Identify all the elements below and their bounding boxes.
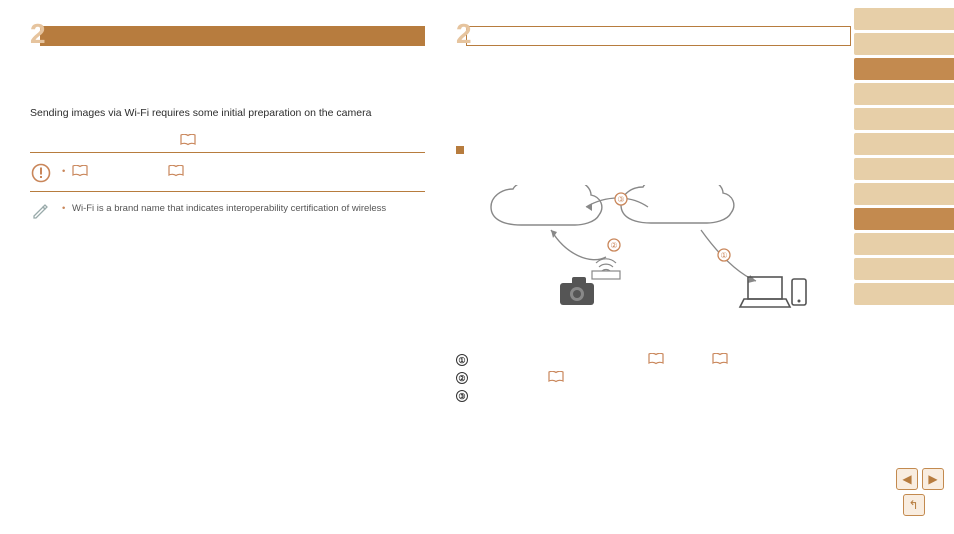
- side-nav: [854, 8, 954, 305]
- nav-tab-4[interactable]: [854, 83, 954, 105]
- left-column: 2 Sending images via Wi-Fi requires some…: [30, 24, 425, 220]
- note-line: Wi-Fi is a brand name that indicates int…: [62, 202, 425, 216]
- camera-icon: [560, 277, 594, 305]
- divider: [30, 191, 425, 192]
- list-row-2: ②: [456, 369, 851, 387]
- section-title-bar: [40, 26, 425, 46]
- book-icon: [168, 165, 184, 179]
- prev-icon: ◀: [902, 472, 911, 486]
- section-header-left: 2: [30, 24, 425, 48]
- pager-controls: ◀ ▶ ↰: [896, 468, 944, 516]
- return-button[interactable]: ↰: [903, 494, 925, 516]
- section-number: 2: [30, 18, 46, 50]
- laptop-icon: [740, 277, 790, 307]
- diagram-badge-3: ③: [617, 195, 624, 204]
- nav-tab-2[interactable]: [854, 33, 954, 55]
- book-icon: [712, 353, 728, 367]
- phone-icon: [792, 279, 806, 305]
- book-icon: [180, 134, 196, 148]
- right-column: 2 ③ ②: [456, 24, 851, 405]
- small-square-icon: [456, 146, 464, 154]
- pencil-icon: [30, 202, 52, 220]
- return-icon: ↰: [908, 498, 918, 512]
- book-icon: [648, 353, 664, 367]
- intro-paragraph: Sending images via Wi-Fi requires some i…: [30, 106, 425, 122]
- prev-page-button[interactable]: ◀: [896, 468, 918, 490]
- note-callout: Wi-Fi is a brand name that indicates int…: [30, 202, 425, 220]
- nav-tab-10[interactable]: [854, 233, 954, 255]
- warning-callout: [30, 163, 425, 183]
- diagram-badge-1: ①: [720, 251, 727, 260]
- nav-tab-5[interactable]: [854, 108, 954, 130]
- nav-tab-3-active[interactable]: [854, 58, 954, 80]
- book-icon: [72, 165, 88, 179]
- subhead-row: [30, 134, 425, 153]
- section-title-bar: [466, 26, 851, 46]
- nav-tab-1[interactable]: [854, 8, 954, 30]
- next-icon: ▶: [928, 472, 937, 486]
- nav-tab-9-active[interactable]: [854, 208, 954, 230]
- list-row-1: ①: [456, 351, 851, 369]
- subsection-marker-row: [456, 146, 851, 157]
- numbered-reference-list: ① ② ③: [456, 351, 851, 405]
- section-header-right: 2: [456, 24, 851, 48]
- page-content: 2 Sending images via Wi-Fi requires some…: [0, 0, 854, 534]
- list-number-3: ③: [456, 390, 468, 402]
- diagram-badge-2: ②: [610, 241, 617, 250]
- section-number: 2: [456, 18, 472, 50]
- nav-tab-6[interactable]: [854, 133, 954, 155]
- book-icon: [548, 371, 564, 385]
- list-number-2: ②: [456, 372, 468, 384]
- nav-tab-12[interactable]: [854, 283, 954, 305]
- warning-line: [62, 165, 425, 179]
- list-row-3: ③: [456, 387, 851, 405]
- next-page-button[interactable]: ▶: [922, 468, 944, 490]
- diagram-svg: ③ ②: [456, 185, 851, 335]
- list-number-1: ①: [456, 354, 468, 366]
- nav-tab-11[interactable]: [854, 258, 954, 280]
- nav-tab-8[interactable]: [854, 183, 954, 205]
- warning-icon: [30, 163, 52, 183]
- nav-tab-7[interactable]: [854, 158, 954, 180]
- connectivity-diagram: ③ ②: [456, 185, 851, 335]
